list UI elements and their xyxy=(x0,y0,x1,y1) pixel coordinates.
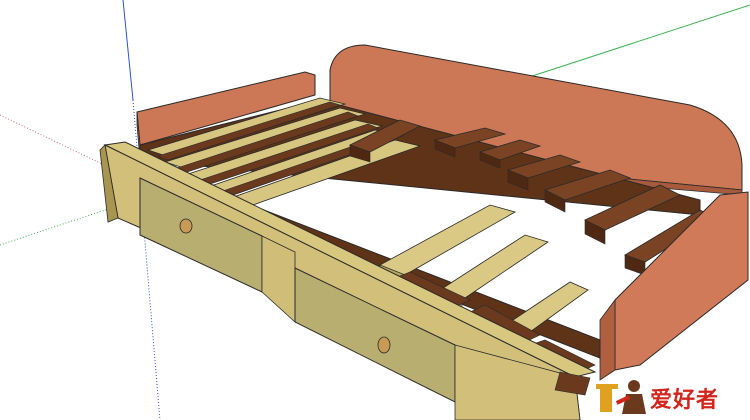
woodworker-logo-icon xyxy=(596,380,646,414)
drawer-knob-right xyxy=(377,336,391,354)
axis-green-dotted xyxy=(0,204,121,246)
watermark-text: 爱好者 xyxy=(650,388,720,413)
axis-green xyxy=(519,4,750,81)
3d-model-canvas[interactable] xyxy=(0,0,750,420)
drawer-knob-left xyxy=(179,218,193,234)
sketchup-viewport[interactable]: 爱好者 xyxy=(0,0,750,420)
axis-blue xyxy=(122,0,134,101)
watermark: 爱好者 xyxy=(596,376,746,418)
